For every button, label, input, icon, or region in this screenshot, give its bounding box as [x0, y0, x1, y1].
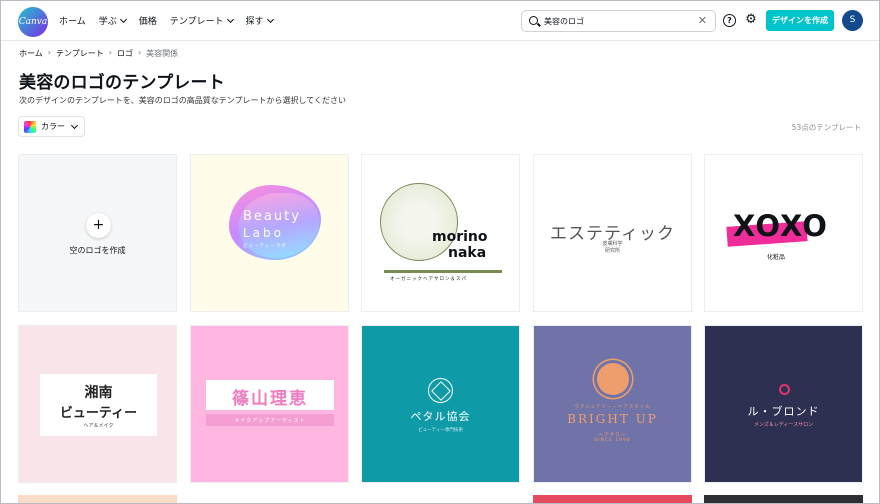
pink-band: メイクアップアーティスト	[206, 414, 334, 426]
nav-templates[interactable]: テンプレート	[169, 14, 234, 27]
template-text: 湘南	[84, 385, 113, 401]
chevron-down-icon	[226, 15, 234, 23]
nav-explore[interactable]: 探す	[245, 14, 274, 27]
template-card-shonan-beauty[interactable]: 湘南 ビューティー ヘア＆メイク	[18, 325, 177, 483]
nav-pricing-label: 価格	[138, 17, 157, 27]
breadcrumb-logo[interactable]: ロゴ	[117, 48, 133, 59]
template-text: XOXO	[733, 209, 828, 243]
mandala-icon	[428, 378, 453, 403]
template-text: メイクアップアーティスト	[234, 418, 306, 424]
template-text: ル・ブロンド	[747, 405, 820, 418]
template-text: BRIGHT UP	[567, 412, 658, 426]
template-card-morino-naka[interactable]: morino naka オーガニックヘアサロン＆スパ	[361, 154, 520, 312]
gear-icon[interactable]: ⚙	[744, 13, 758, 27]
sun-icon	[597, 363, 629, 395]
canva-logo[interactable]: Canva	[18, 7, 48, 37]
search-box: ✕	[521, 10, 716, 32]
nav-learn-label: 学ぶ	[98, 17, 117, 27]
clear-search-icon[interactable]: ✕	[698, 15, 707, 27]
template-text: 篠山理恵	[232, 389, 308, 409]
create-empty-logo-card[interactable]: + 空のロゴを作成	[18, 154, 177, 312]
color-filter-button[interactable]: カラー	[18, 116, 85, 137]
template-text: Labo	[243, 226, 284, 240]
create-design-button[interactable]: デザインを作成	[766, 10, 834, 31]
top-header: Canva ホーム 学ぶ 価格 テンプレート 探す ✕ ? ⚙ デザインを作成 …	[1, 1, 879, 41]
breadcrumb-separator: ›	[47, 48, 51, 57]
nav-explore-label: 探す	[245, 17, 264, 27]
template-text: ビューティー専門技術	[418, 428, 463, 433]
template-text: 化粧品	[767, 254, 786, 261]
color-swatch-icon	[24, 120, 36, 133]
template-card-le-blonde[interactable]: ル・ブロンド メンズ＆レディースサロン	[704, 325, 863, 483]
help-icon[interactable]: ?	[723, 14, 736, 27]
empty-logo-label: 空のロゴを作成	[69, 246, 126, 255]
app-frame: Canva ホーム 学ぶ 価格 テンプレート 探す ✕ ? ⚙ デザインを作成 …	[0, 0, 880, 504]
template-card-petal[interactable]: ペタル協会 ビューティー専門技術	[361, 325, 520, 483]
template-text: morino	[432, 229, 488, 245]
chevron-down-icon	[266, 15, 274, 23]
template-text: SINCE 1998	[594, 438, 631, 443]
breadcrumb-current: 美容関係	[146, 49, 179, 58]
breadcrumb-home[interactable]: ホーム	[19, 48, 43, 59]
template-card-esthetic[interactable]: エステティック 皮膚科学 研究所	[533, 154, 692, 312]
template-text: Beauty	[243, 209, 301, 224]
color-filter-label: カラー	[41, 122, 65, 131]
search-icon	[529, 16, 538, 25]
template-text: ビューティー	[59, 406, 138, 421]
template-text: ペタル協会	[410, 410, 471, 423]
template-card-partial[interactable]	[533, 495, 692, 503]
plus-icon: +	[86, 213, 111, 238]
template-text: 皮膚科学	[602, 241, 623, 247]
nav-home[interactable]: ホーム	[59, 14, 86, 27]
template-text: ラグジュアリー・ヘアスタイル	[574, 405, 651, 410]
template-card-bright-up[interactable]: ラグジュアリー・ヘアスタイル BRIGHT UP ヘアサロン SINCE 199…	[533, 325, 692, 483]
breadcrumb-separator: ›	[137, 48, 142, 57]
divider	[384, 270, 502, 273]
avatar[interactable]: S	[842, 10, 863, 31]
template-card-sasayama-rie[interactable]: 篠山理恵 メイクアップアーティスト	[190, 325, 349, 483]
template-text: ビューティーラボ	[243, 244, 287, 249]
template-text: オーガニックヘアサロン＆スパ	[390, 277, 467, 282]
breadcrumb-separator: ›	[108, 48, 112, 57]
template-subtext: 皮膚科学 研究所	[534, 241, 691, 255]
main-nav: ホーム 学ぶ 価格 テンプレート 探す	[59, 14, 274, 27]
template-text: 研究所	[604, 248, 620, 254]
template-card-xoxo[interactable]: XOXO 化粧品	[704, 154, 863, 312]
template-card-partial[interactable]	[704, 495, 863, 503]
template-text: メンズ＆レディースサロン	[753, 422, 814, 428]
breadcrumb-templates[interactable]: テンプレート	[56, 48, 104, 59]
template-text: ヘア＆メイク	[83, 423, 114, 429]
nav-home-label: ホーム	[59, 17, 86, 27]
chevron-down-icon	[119, 15, 127, 23]
ring-icon	[779, 384, 790, 395]
nav-pricing[interactable]: 価格	[139, 14, 157, 27]
template-text: naka	[448, 245, 487, 261]
search-input[interactable]	[544, 14, 694, 28]
nav-templates-label: テンプレート	[169, 17, 224, 27]
leaf-icon	[380, 183, 458, 261]
white-panel: 湘南 ビューティー ヘア＆メイク	[40, 374, 157, 436]
page-title: 美容のロゴのテンプレート	[19, 73, 225, 93]
template-count: 53点のテンプレート	[791, 123, 861, 132]
template-card-beauty-labo[interactable]: Beauty Labo ビューティーラボ	[190, 154, 349, 312]
template-card-partial[interactable]	[18, 495, 177, 503]
page-subtitle: 次のデザインのテンプレートを、美容のロゴの高品質なテンプレートから選択してくださ…	[19, 96, 347, 105]
chevron-down-icon	[70, 121, 79, 129]
breadcrumb: ホーム › テンプレート › ロゴ › 美容関係	[19, 48, 178, 59]
nav-learn[interactable]: 学ぶ	[98, 14, 127, 27]
white-panel: 篠山理恵	[206, 380, 334, 410]
